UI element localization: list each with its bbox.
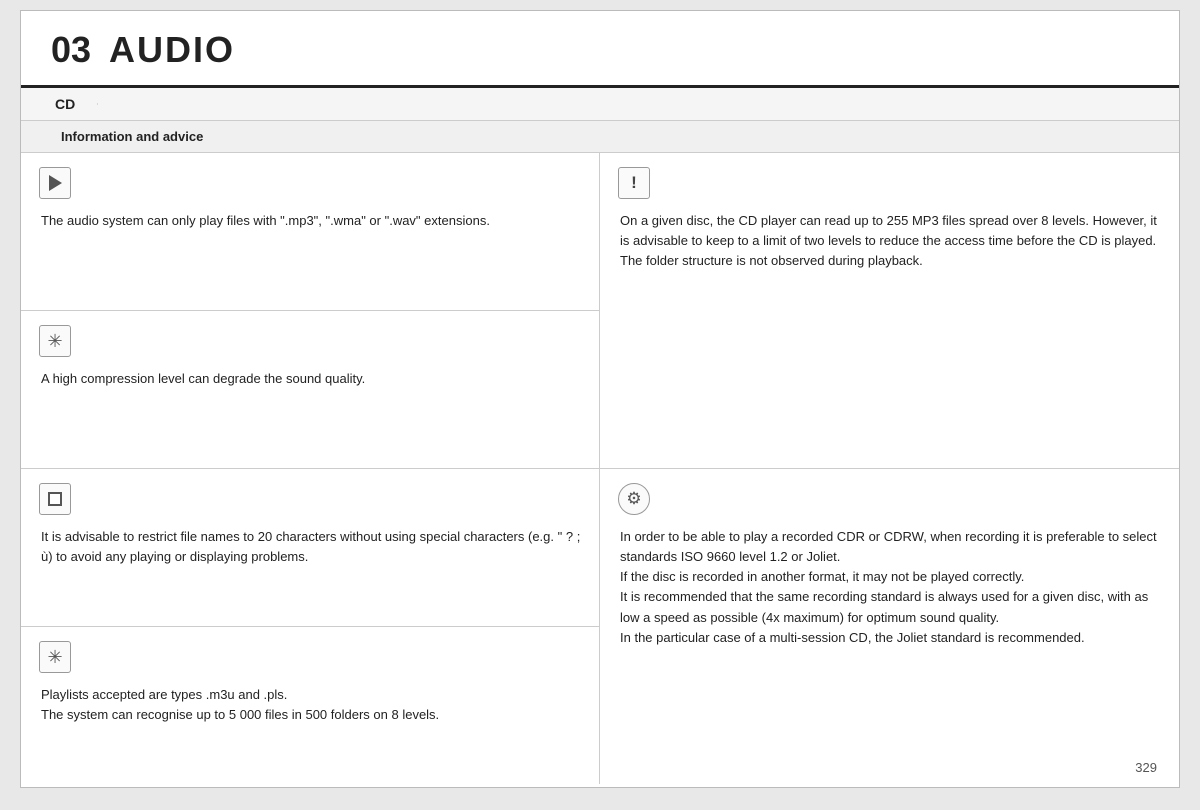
- right-column: ! On a given disc, the CD player can rea…: [600, 153, 1179, 784]
- icon-row-4: ✳: [39, 641, 581, 673]
- gear-icon-circle: ⚙: [618, 483, 650, 515]
- star-icon-2: ✳: [47, 647, 62, 668]
- icon-row-3: [39, 483, 581, 515]
- info-block-4: ✳ Playlists accepted are types .m3u and …: [21, 627, 599, 784]
- star-icon-box-2: ✳: [39, 641, 71, 673]
- square-icon-box: [39, 483, 71, 515]
- star-icon-1: ✳: [47, 331, 62, 352]
- info-block-1: The audio system can only play files wit…: [21, 153, 599, 311]
- content-area: The audio system can only play files wit…: [21, 153, 1179, 784]
- block-text-r2: In order to be able to play a recorded C…: [620, 527, 1161, 648]
- exclaim-icon: !: [631, 173, 637, 193]
- chapter-title: AUDIO: [109, 29, 235, 71]
- page-number: 329: [1135, 760, 1157, 775]
- star-icon-box-1: ✳: [39, 325, 71, 357]
- chapter-number: 03: [51, 29, 91, 71]
- page-header: 03 AUDIO: [21, 11, 1179, 88]
- info-block-3: It is advisable to restrict file names t…: [21, 469, 599, 627]
- info-block-r2: ⚙ In order to be able to play a recorded…: [600, 469, 1179, 784]
- block-text-3: It is advisable to restrict file names t…: [41, 527, 581, 567]
- icon-row-2: ✳: [39, 325, 581, 357]
- play-icon: [49, 175, 62, 191]
- section-label: CD: [41, 88, 98, 120]
- block-text-4: Playlists accepted are types .m3u and .p…: [41, 685, 581, 725]
- square-icon: [48, 492, 62, 506]
- info-block-2: ✳ A high compression level can degrade t…: [21, 311, 599, 469]
- icon-row-1: [39, 167, 581, 199]
- icon-row-r1: !: [618, 167, 1161, 199]
- exclaim-icon-box: !: [618, 167, 650, 199]
- subsection-bar: Information and advice: [21, 121, 1179, 153]
- left-column: The audio system can only play files wit…: [21, 153, 600, 784]
- block-text-r1: On a given disc, the CD player can read …: [620, 211, 1161, 271]
- section-bar: CD: [21, 88, 1179, 121]
- subsection-label: Information and advice: [51, 129, 203, 144]
- block-text-2: A high compression level can degrade the…: [41, 369, 581, 389]
- play-icon-box: [39, 167, 71, 199]
- page: 03 AUDIO CD Information and advice The a…: [20, 10, 1180, 788]
- block-text-1: The audio system can only play files wit…: [41, 211, 581, 231]
- info-block-r1: ! On a given disc, the CD player can rea…: [600, 153, 1179, 469]
- gear-icon: ⚙: [626, 489, 641, 509]
- icon-row-r2: ⚙: [618, 483, 1161, 515]
